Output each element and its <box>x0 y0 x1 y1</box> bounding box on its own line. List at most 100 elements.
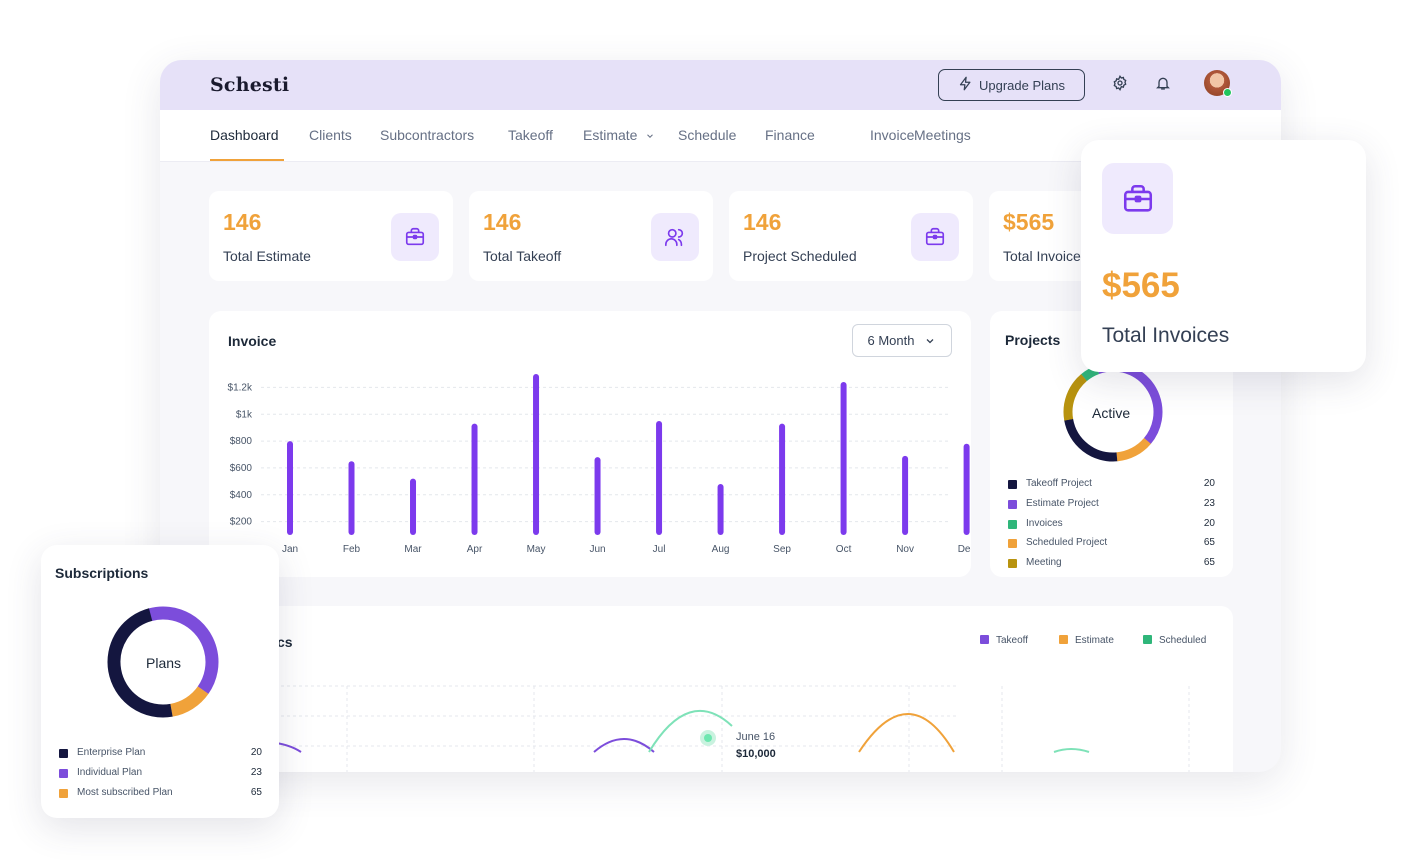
x-tick-label: Dec <box>958 544 971 555</box>
nav-item-estimate[interactable]: Estimate <box>583 127 655 143</box>
total-invoices-popup: $565 Total Invoices <box>1081 140 1366 372</box>
invoice-bar <box>840 382 847 535</box>
legend-label: Scheduled Project <box>1026 537 1108 549</box>
legend-swatch <box>59 769 68 778</box>
stat-label: Total Estimate <box>223 248 311 264</box>
legend-item: Estimate Project 23 <box>1008 498 1215 512</box>
x-tick-label: Aug <box>712 544 730 555</box>
legend-value: 20 <box>250 747 262 758</box>
active-tab-indicator <box>210 159 284 161</box>
invoice-bar <box>594 457 601 535</box>
x-tick-label: Jul <box>653 544 666 555</box>
legend-label: Takeoff Project <box>1026 478 1092 489</box>
legend-value: 20 <box>1203 517 1215 529</box>
notifications-button[interactable] <box>1153 75 1173 95</box>
legend-value: 23 <box>250 767 262 778</box>
donut-center-label: Plans <box>146 655 182 671</box>
online-status-dot <box>1223 88 1232 97</box>
legend-swatch <box>59 789 68 798</box>
y-tick-label: $200 <box>230 517 253 528</box>
nav-item-meetings[interactable]: Meetings <box>914 127 971 143</box>
top-bar: Schesti Upgrade Plans <box>160 60 1281 110</box>
upgrade-plans-label: Upgrade Plans <box>979 77 1065 93</box>
x-tick-label: Mar <box>404 544 422 555</box>
nav-item-schedule[interactable]: Schedule <box>678 127 736 143</box>
legend-label: Most subscribed Plan <box>77 787 173 798</box>
nav-item-estimate-label: Estimate <box>583 127 638 143</box>
popup-label: Total Invoices <box>1102 324 1230 347</box>
stat-card-project-scheduled: 146 Project Scheduled <box>729 191 973 281</box>
y-tick-label: $600 <box>230 463 253 474</box>
stat-card-total-estimate: 146 Total Estimate <box>209 191 453 281</box>
tooltip-point <box>704 734 712 742</box>
invoice-bar <box>963 443 970 535</box>
x-tick-label: Nov <box>896 544 914 555</box>
legend-item: Invoices 20 <box>1008 518 1215 532</box>
y-tick-label: $1k <box>236 409 253 420</box>
stage: Schesti Upgrade Plans Dashboard Clients … <box>0 0 1402 860</box>
legend-item: Most subscribed Plan 65 <box>59 787 262 801</box>
nav-item-invoice[interactable]: Invoice <box>870 127 914 143</box>
invoice-bar <box>287 441 293 535</box>
legend-swatch <box>59 749 68 758</box>
x-tick-label: Sep <box>773 544 791 555</box>
stat-label: Total Invoices <box>1003 248 1088 264</box>
invoice-bar <box>533 374 540 535</box>
legend-value: 65 <box>1203 537 1215 549</box>
legend-item: Takeoff Project 20 <box>1008 478 1215 492</box>
y-tick-label: $1.2k <box>228 382 253 393</box>
stat-label: Project Scheduled <box>743 248 857 264</box>
legend-item: Enterprise Plan 20 <box>59 747 262 761</box>
gear-icon <box>1112 74 1128 96</box>
popup-value: $565 <box>1102 266 1180 305</box>
x-tick-label: Apr <box>467 544 483 555</box>
tooltip-date: June 16 <box>736 731 775 743</box>
statistics-line-chart: June 16 $10,000 <box>268 685 1190 772</box>
legend-label: Estimate Project <box>1026 497 1099 509</box>
scheduled-line <box>1053 748 1090 753</box>
upgrade-plans-button[interactable]: Upgrade Plans <box>938 69 1085 101</box>
legend-item: Individual Plan 23 <box>59 767 262 781</box>
invoice-bar-chart: $200 $400 $600 $800 $1k $1.2k Jan Feb Mar Apr May J… <box>228 374 971 555</box>
legend-swatch <box>1008 499 1017 509</box>
settings-button[interactable] <box>1110 74 1130 96</box>
stat-card-total-takeoff: 146 Total Takeoff <box>469 191 713 281</box>
legend-label: Enterprise Plan <box>77 747 146 758</box>
nav-item-clients[interactable]: Clients <box>309 127 352 143</box>
nav-item-dashboard[interactable]: Dashboard <box>210 127 279 143</box>
legend-swatch <box>1008 539 1017 549</box>
app-logo[interactable]: Schesti <box>210 74 289 96</box>
invoice-bar <box>471 423 478 535</box>
nav-item-subcontractors[interactable]: Subcontractors <box>380 127 474 143</box>
statistics-panel: cs Takeoff Estimate Scheduled June 16 $1… <box>209 606 1233 772</box>
legend-value: 65 <box>250 787 262 798</box>
lightning-icon <box>958 76 973 94</box>
x-tick-label: Oct <box>836 544 852 555</box>
invoice-bar <box>656 420 663 535</box>
x-tick-label: Feb <box>343 544 361 555</box>
x-tick-label: Jun <box>589 544 605 555</box>
invoice-bar <box>902 455 909 535</box>
invoice-bar <box>348 461 355 535</box>
donut-center-label: Active <box>1092 405 1131 421</box>
chevron-down-icon <box>647 134 654 139</box>
stat-value: 146 <box>483 209 522 235</box>
legend-item: Scheduled Project 65 <box>1008 537 1215 551</box>
legend-label: Invoices <box>1026 517 1063 529</box>
legend-value: 65 <box>1203 557 1215 569</box>
briefcase-icon <box>911 213 959 261</box>
x-tick-label: Jan <box>282 544 298 555</box>
legend-item: Meeting 65 <box>1008 557 1215 571</box>
y-tick-label: $800 <box>230 436 253 447</box>
stat-label: Total Takeoff <box>483 248 562 264</box>
legend-swatch <box>1008 559 1017 569</box>
nav-item-finance[interactable]: Finance <box>765 127 815 143</box>
avatar[interactable] <box>1204 70 1232 97</box>
invoice-panel: Invoice 6 Month $200 $400 $600 $800 $1k $1.2k… <box>209 311 971 577</box>
bell-icon <box>1155 75 1171 96</box>
stat-value: $565 <box>1003 209 1055 235</box>
nav-item-takeoff[interactable]: Takeoff <box>508 127 553 143</box>
subscriptions-card: Subscriptions Plans Enterprise Plan 20 Ind… <box>41 545 279 818</box>
legend-swatch <box>1008 480 1017 489</box>
legend-value: 20 <box>1203 478 1215 489</box>
